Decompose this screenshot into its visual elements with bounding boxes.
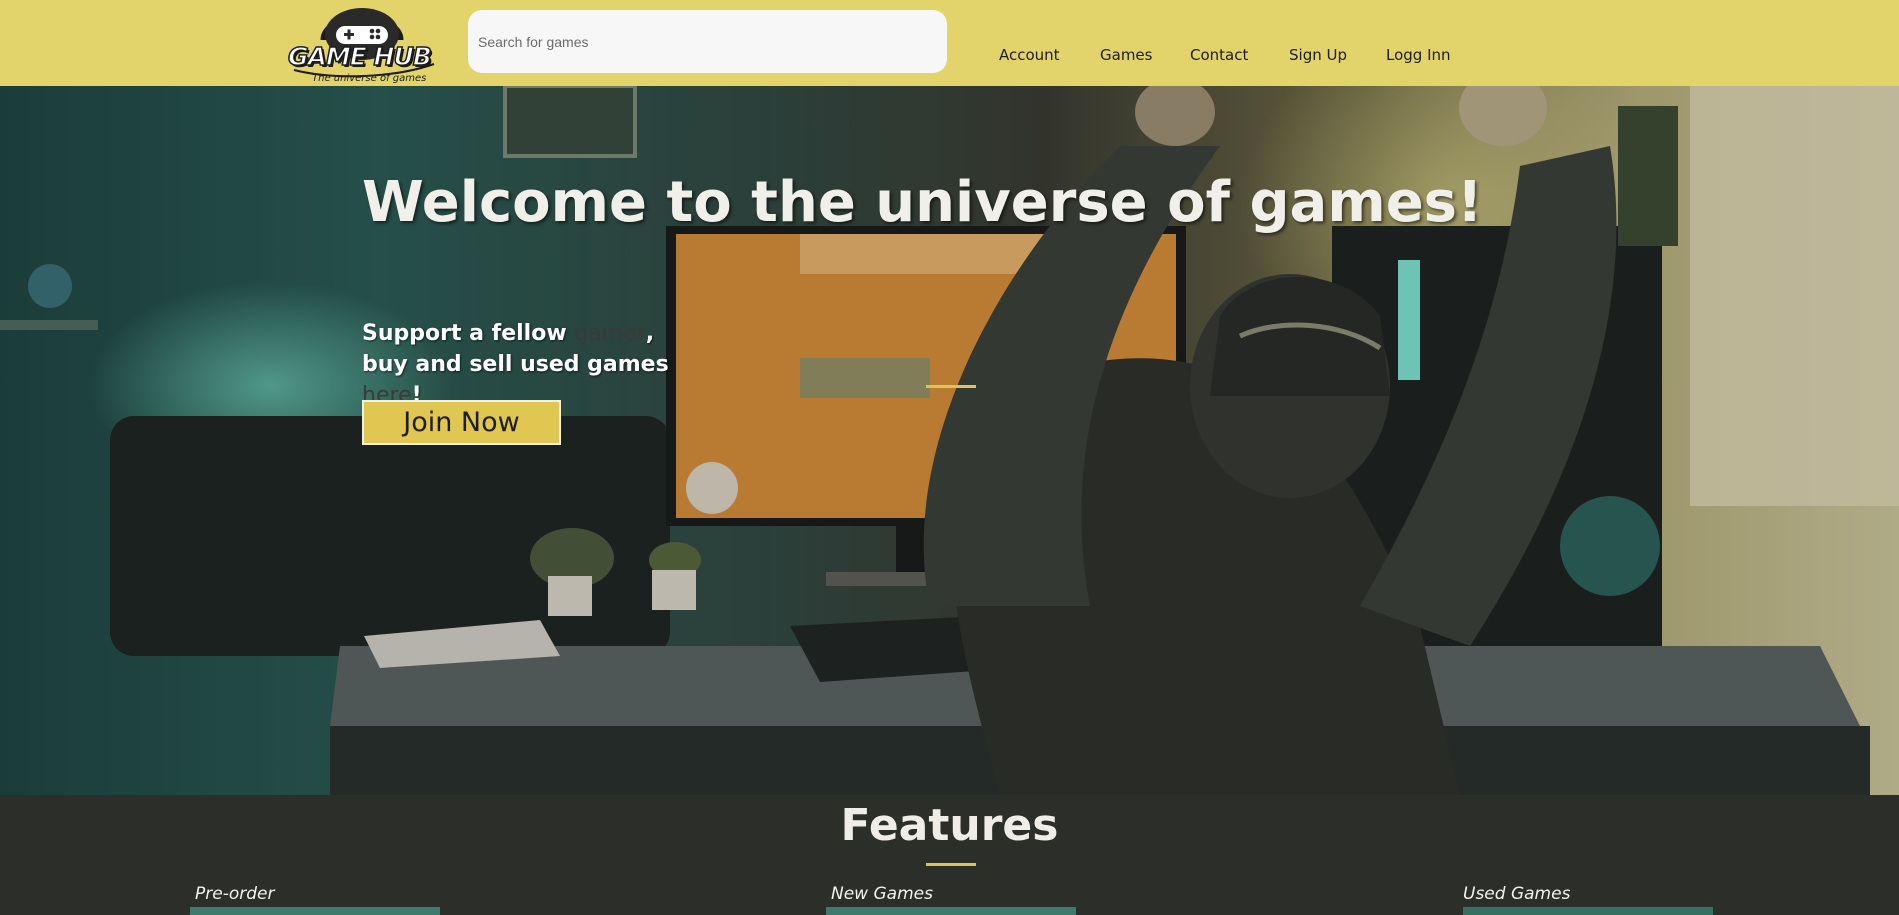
- site-header: GAME HUB The universe of games Account G…: [0, 0, 1899, 86]
- logo-title: GAME HUB: [287, 41, 432, 72]
- feature-label-new-games: New Games: [831, 884, 933, 904]
- feature-label-used-games: Used Games: [1463, 884, 1571, 904]
- features-section: Features Pre-order New Games Used Games: [0, 795, 1899, 915]
- hero-tagline: Support a fellow gamer, buy and sell use…: [362, 318, 702, 411]
- nav-contact[interactable]: Contact: [1190, 46, 1248, 64]
- nav-sign-up[interactable]: Sign Up: [1289, 46, 1347, 64]
- nav-log-in[interactable]: Logg Inn: [1386, 46, 1451, 64]
- search-input[interactable]: [468, 10, 947, 73]
- features-divider: [926, 863, 976, 866]
- feature-card-new-games[interactable]: [826, 907, 1076, 915]
- feature-label-pre-order: Pre-order: [195, 884, 275, 904]
- feature-card-used-games[interactable]: [1463, 907, 1713, 915]
- hero-divider: [926, 385, 976, 388]
- join-now-button[interactable]: Join Now: [362, 400, 561, 445]
- features-title: Features: [840, 800, 1059, 851]
- hero-title: Welcome to the universe of games!: [362, 170, 1483, 235]
- nav-account[interactable]: Account: [999, 46, 1060, 64]
- hero-section: Welcome to the universe of games! Suppor…: [0, 86, 1899, 795]
- nav-games[interactable]: Games: [1100, 46, 1152, 64]
- hero-tagline-text: Support a fellow: [362, 321, 575, 346]
- feature-card-pre-order[interactable]: [190, 907, 440, 915]
- hero-tagline-highlight-gamer: gamer: [574, 321, 646, 346]
- logo-tagline: The universe of games: [312, 73, 427, 84]
- site-logo[interactable]: GAME HUB The universe of games: [284, 2, 440, 86]
